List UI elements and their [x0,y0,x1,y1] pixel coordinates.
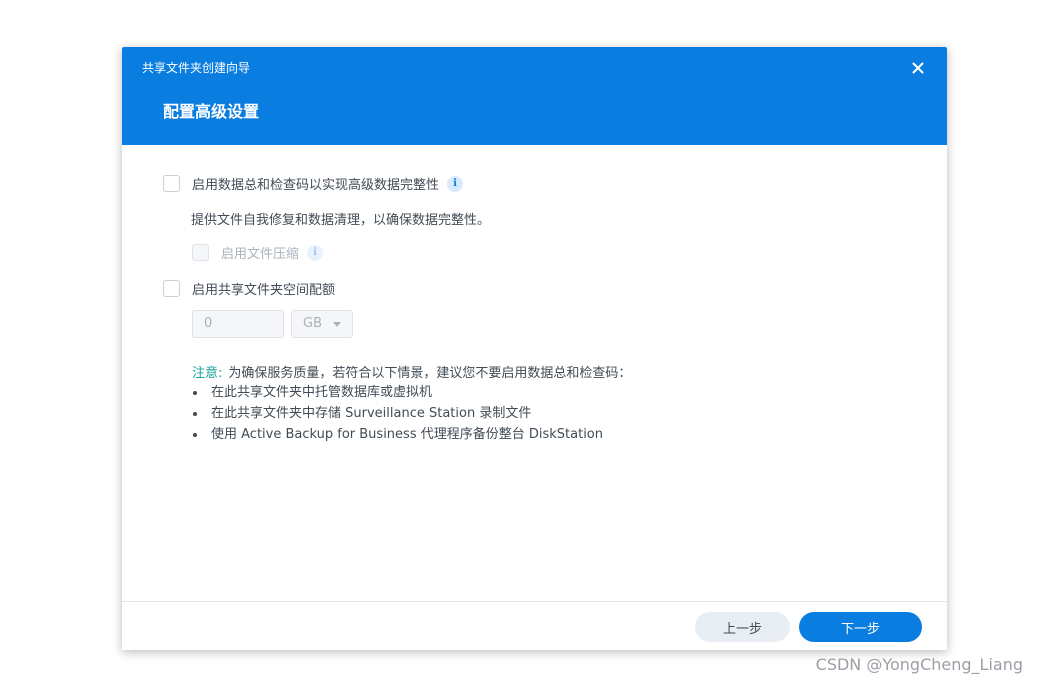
compression-option: 启用文件压缩 i [192,243,324,262]
chevron-down-icon [333,322,341,327]
watermark: CSDN @YongCheng_Liang [815,655,1023,674]
checksum-checkbox[interactable] [163,175,180,192]
quota-checkbox[interactable] [163,280,180,297]
close-button[interactable] [909,59,927,77]
list-item: 在此共享文件夹中托管数据库或虚拟机 [192,382,603,403]
note-text: 注意: 为确保服务质量，若符合以下情景，建议您不要启用数据总和检查码： [192,364,631,384]
step-title: 配置高级设置 [163,102,260,121]
checksum-description: 提供文件自我修复和数据清理，以确保数据完整性。 [191,213,491,228]
quota-size-input: 0 [192,310,284,338]
list-item: 使用 Active Backup for Business 代理程序备份整台 D… [192,424,603,445]
note-label: 注意: [192,366,223,381]
dialog-body: 启用数据总和检查码以实现高级数据完整性 i 提供文件自我修复和数据清理，以确保数… [122,145,947,601]
quota-unit-value: GB [303,316,322,331]
quota-label: 启用共享文件夹空间配额 [192,283,336,298]
checksum-label: 启用数据总和检查码以实现高级数据完整性 [192,178,440,193]
dialog-footer: 上一步 下一步 [122,601,947,650]
close-icon [912,62,924,74]
quota-unit-select: GB [291,310,353,338]
dialog-header: 共享文件夹创建向导 配置高级设置 [122,47,947,145]
list-item: 在此共享文件夹中存储 Surveillance Station 录制文件 [192,403,603,424]
note-message: 为确保服务质量，若符合以下情景，建议您不要启用数据总和检查码： [228,366,632,381]
wizard-title: 共享文件夹创建向导 [142,61,251,75]
checksum-info-icon[interactable]: i [447,175,464,192]
compression-label: 启用文件压缩 [221,247,300,262]
checksum-option: 启用数据总和检查码以实现高级数据完整性 i [163,174,464,193]
bullet-icon [193,432,197,437]
note-list: 在此共享文件夹中托管数据库或虚拟机 在此共享文件夹中存储 Surveillanc… [192,382,603,445]
shared-folder-wizard-dialog: 共享文件夹创建向导 配置高级设置 启用数据总和检查码以实现高级数据完整性 i 提… [122,47,947,650]
next-step-button[interactable]: 下一步 [799,612,922,642]
compression-info-icon: i [307,244,324,261]
bullet-icon [193,411,197,416]
quota-option: 启用共享文件夹空间配额 [163,279,335,298]
previous-step-button[interactable]: 上一步 [695,612,790,642]
compression-checkbox [192,244,209,261]
bullet-icon [193,390,197,395]
